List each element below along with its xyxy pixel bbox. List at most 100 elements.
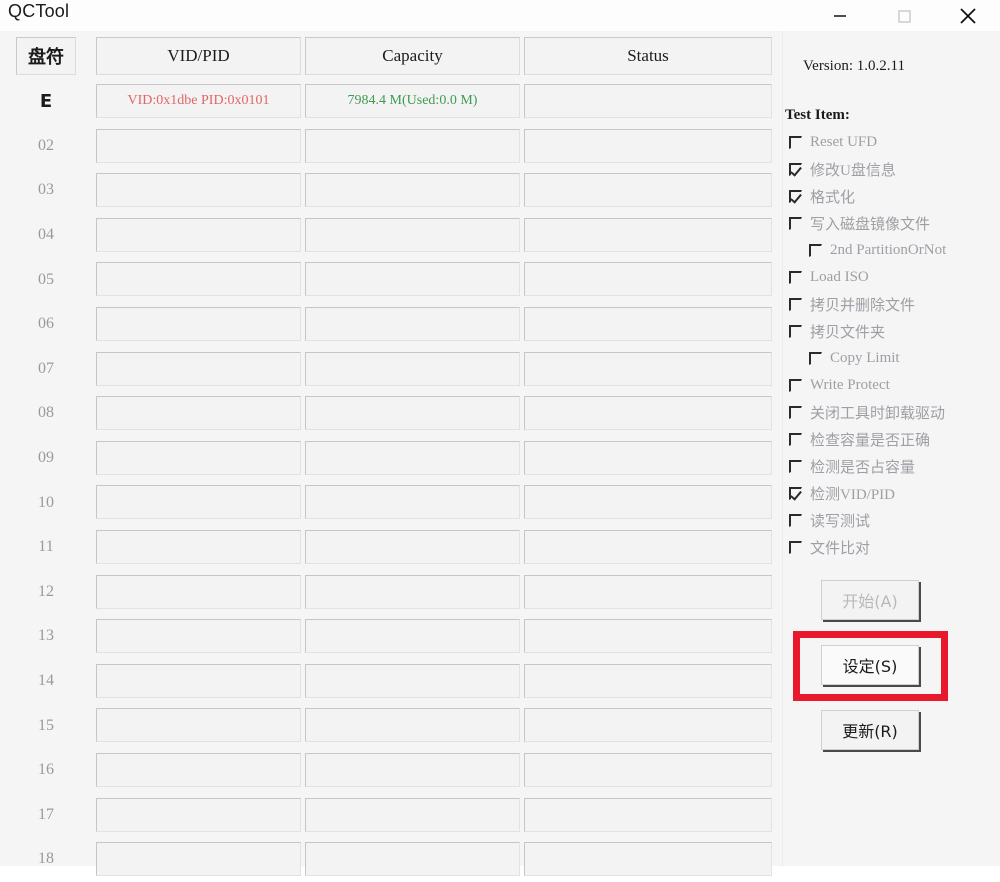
checkbox-unchecked-icon[interactable] bbox=[789, 460, 802, 473]
settings-button[interactable]: 设定(S) bbox=[821, 645, 919, 685]
table-row[interactable]: 17 bbox=[0, 793, 782, 838]
row-status-cell bbox=[524, 440, 772, 475]
column-header-status: Status bbox=[524, 37, 772, 75]
row-drive-label: 06 bbox=[38, 315, 54, 333]
row-drive-label: 04 bbox=[38, 226, 54, 244]
row-capacity-cell bbox=[305, 440, 520, 475]
row-capacity-cell bbox=[305, 574, 520, 609]
table-row[interactable]: 13 bbox=[0, 614, 782, 659]
row-capacity-cell bbox=[305, 663, 520, 698]
table-row[interactable]: 09 bbox=[0, 436, 782, 481]
row-drive-label: 12 bbox=[38, 582, 54, 600]
table-row[interactable]: 14 bbox=[0, 659, 782, 704]
checkbox-unchecked-icon[interactable] bbox=[789, 217, 802, 230]
row-capacity-cell bbox=[305, 306, 520, 341]
row-vid-pid-cell bbox=[96, 752, 301, 787]
test-item[interactable]: Write Protect bbox=[783, 372, 1000, 399]
test-item-label: Write Protect bbox=[810, 377, 890, 393]
client-area: 盘符 VID/PID Capacity Status E VID:0x1dbe P… bbox=[0, 31, 1000, 877]
checkbox-unchecked-icon[interactable] bbox=[789, 406, 802, 419]
table-row[interactable]: 18 bbox=[0, 837, 782, 882]
row-drive-label: E bbox=[39, 90, 53, 112]
table-header-row: 盘符 VID/PID Capacity Status bbox=[0, 37, 782, 79]
table-row[interactable]: E VID:0x1dbe PID:0x0101 7984.4 M(Used:0.0 … bbox=[0, 79, 782, 124]
row-status-cell bbox=[524, 84, 772, 118]
row-drive-label: 05 bbox=[38, 270, 54, 288]
checkbox-unchecked-icon[interactable] bbox=[809, 352, 822, 365]
test-item[interactable]: 检测VID/PID bbox=[783, 480, 1000, 507]
test-item[interactable]: 关闭工具时卸载驱动 bbox=[783, 399, 1000, 426]
checkbox-checked-icon[interactable] bbox=[789, 487, 802, 500]
table-row[interactable]: 07 bbox=[0, 347, 782, 392]
test-item[interactable]: 读写测试 bbox=[783, 507, 1000, 534]
checkbox-unchecked-icon[interactable] bbox=[789, 325, 802, 338]
checkbox-unchecked-icon[interactable] bbox=[789, 136, 802, 149]
row-status-cell bbox=[524, 217, 772, 252]
checkbox-checked-icon[interactable] bbox=[789, 163, 802, 176]
test-item-label: 写入磁盘镜像文件 bbox=[810, 217, 931, 233]
start-button[interactable]: 开始(A) bbox=[821, 580, 919, 620]
update-button[interactable]: 更新(R) bbox=[821, 710, 919, 750]
column-header-capacity: Capacity bbox=[305, 37, 520, 75]
close-button[interactable] bbox=[936, 0, 1000, 31]
table-row[interactable]: 03 bbox=[0, 168, 782, 213]
test-item[interactable]: 检测是否占容量 bbox=[783, 453, 1000, 480]
checkbox-unchecked-icon[interactable] bbox=[809, 244, 822, 257]
table-row[interactable]: 02 bbox=[0, 124, 782, 169]
test-item[interactable]: 2nd PartitionOrNot bbox=[783, 237, 1000, 264]
row-capacity-cell bbox=[305, 351, 520, 386]
test-item-label: 读写测试 bbox=[810, 514, 871, 530]
column-header-drive: 盘符 bbox=[16, 37, 76, 75]
checkbox-unchecked-icon[interactable] bbox=[789, 379, 802, 392]
test-item[interactable]: 检查容量是否正确 bbox=[783, 426, 1000, 453]
test-item[interactable]: 拷贝并删除文件 bbox=[783, 291, 1000, 318]
row-vid-pid-cell bbox=[96, 574, 301, 609]
table-row[interactable]: 08 bbox=[0, 391, 782, 436]
version-label: Version: 1.0.2.11 bbox=[803, 58, 905, 74]
test-item-label: 拷贝并删除文件 bbox=[810, 298, 916, 314]
table-row[interactable]: 15 bbox=[0, 703, 782, 748]
test-item[interactable]: 文件比对 bbox=[783, 534, 1000, 561]
row-drive-label: 18 bbox=[38, 850, 54, 868]
right-panel: Version: 1.0.2.11 Test Item: Reset UFD 修改… bbox=[782, 31, 1000, 866]
column-header-vid-pid: VID/PID bbox=[96, 37, 301, 75]
checkbox-unchecked-icon[interactable] bbox=[789, 298, 802, 311]
maximize-icon bbox=[898, 9, 911, 23]
table-row[interactable]: 06 bbox=[0, 302, 782, 347]
checkbox-unchecked-icon[interactable] bbox=[789, 514, 802, 527]
row-capacity-cell bbox=[305, 797, 520, 832]
checkbox-unchecked-icon[interactable] bbox=[789, 541, 802, 554]
checkbox-unchecked-icon[interactable] bbox=[789, 271, 802, 284]
table-row[interactable]: 04 bbox=[0, 213, 782, 258]
table-row[interactable]: 11 bbox=[0, 525, 782, 570]
test-item[interactable]: 格式化 bbox=[783, 183, 1000, 210]
row-vid-pid-cell bbox=[96, 128, 301, 163]
row-drive-label: 15 bbox=[38, 716, 54, 734]
maximize-button[interactable] bbox=[872, 0, 936, 31]
row-status-cell bbox=[524, 351, 772, 386]
row-status-cell bbox=[524, 306, 772, 341]
row-drive-label: 17 bbox=[38, 805, 54, 823]
test-item-label: 2nd PartitionOrNot bbox=[830, 242, 947, 258]
table-row[interactable]: 05 bbox=[0, 257, 782, 302]
title-bar: QCTool bbox=[0, 0, 1000, 32]
test-item[interactable]: 拷贝文件夹 bbox=[783, 318, 1000, 345]
test-item[interactable]: 修改U盘信息 bbox=[783, 156, 1000, 183]
test-item[interactable]: Reset UFD bbox=[783, 129, 1000, 156]
row-vid-pid-cell bbox=[96, 173, 301, 208]
row-capacity-cell bbox=[305, 396, 520, 431]
table-row[interactable]: 16 bbox=[0, 748, 782, 793]
row-drive-label: 08 bbox=[38, 404, 54, 422]
table-row[interactable]: 12 bbox=[0, 570, 782, 615]
test-item[interactable]: 写入磁盘镜像文件 bbox=[783, 210, 1000, 237]
test-item-label: Load ISO bbox=[810, 269, 869, 285]
row-status-cell bbox=[524, 663, 772, 698]
test-item[interactable]: Copy Limit bbox=[783, 345, 1000, 372]
checkbox-unchecked-icon[interactable] bbox=[789, 433, 802, 446]
row-vid-pid-cell bbox=[96, 663, 301, 698]
row-capacity-cell bbox=[305, 128, 520, 163]
test-item[interactable]: Load ISO bbox=[783, 264, 1000, 291]
checkbox-checked-icon[interactable] bbox=[789, 190, 802, 203]
minimize-button[interactable] bbox=[808, 0, 872, 31]
table-row[interactable]: 10 bbox=[0, 480, 782, 525]
